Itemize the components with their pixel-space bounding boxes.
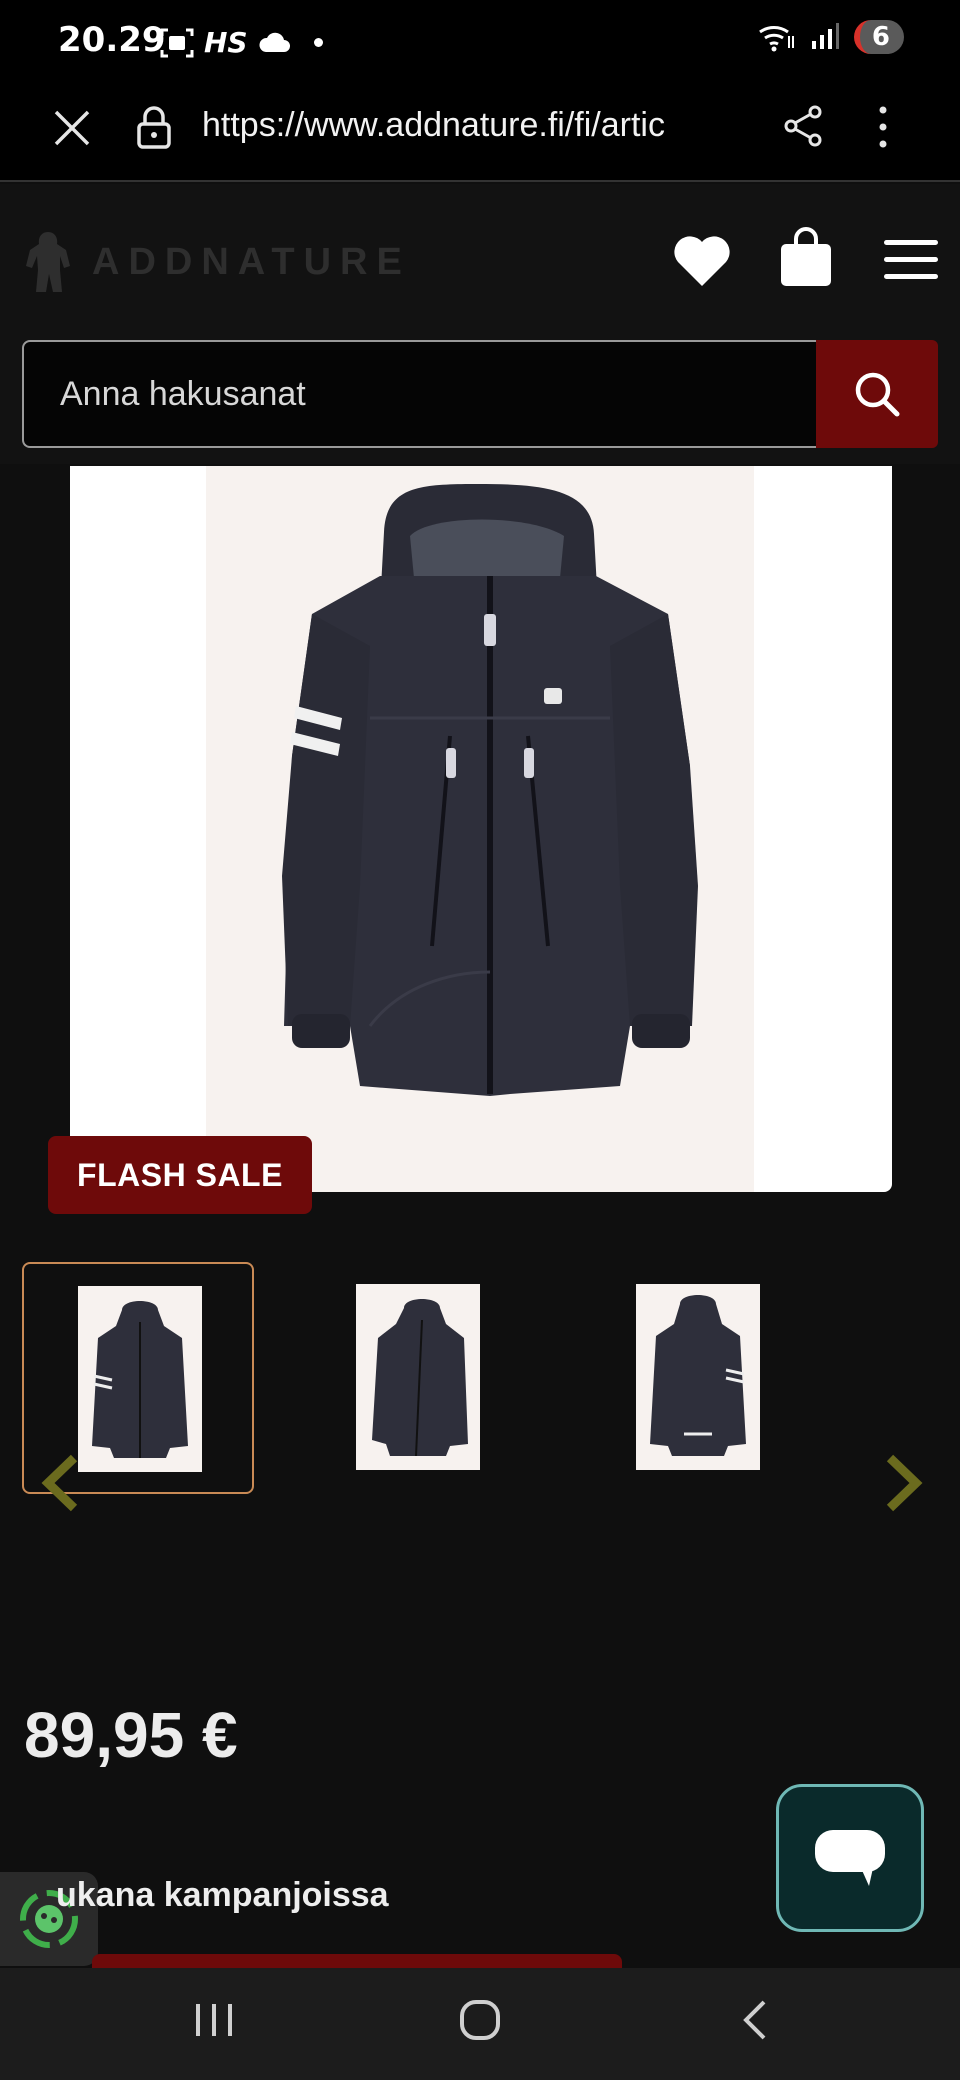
battery-indicator: 6 (853, 20, 904, 54)
cloud-icon (259, 32, 290, 52)
addnature-logo[interactable]: ADDNATURE (22, 230, 411, 294)
promo-text: ukana kampanjoissa (56, 1876, 389, 1914)
search-icon (855, 372, 900, 417)
close-icon[interactable] (52, 108, 92, 148)
hs-app-label: HS (204, 26, 248, 59)
wishlist-heart-icon[interactable] (672, 232, 732, 288)
product-price: 89,95 € (24, 1699, 238, 1771)
search-input[interactable] (22, 340, 816, 448)
notification-dot (313, 38, 323, 47)
jacket-thumb-side (372, 1299, 468, 1457)
product-main-image[interactable] (70, 466, 892, 1192)
search-bar (22, 340, 938, 448)
browser-toolbar: https://www.addnature.fi/fi/artic (0, 72, 960, 182)
share-icon[interactable] (782, 104, 824, 148)
hamburger-menu-icon[interactable] (884, 238, 938, 282)
thumbnail-back[interactable] (582, 1262, 814, 1494)
shopping-bag-icon[interactable] (778, 226, 834, 288)
screenshot-icon (160, 28, 194, 57)
thumbnail-carousel (0, 1260, 960, 1500)
status-system-icons: 6 (758, 20, 904, 54)
search-button[interactable] (816, 340, 938, 448)
status-bar: 20.29 HS 6 (0, 0, 960, 72)
thumbnail-image (636, 1284, 760, 1470)
lock-icon[interactable] (134, 104, 174, 150)
chevron-left-icon[interactable] (38, 1452, 82, 1514)
chat-button[interactable] (776, 1784, 924, 1932)
back-icon[interactable] (734, 1998, 778, 2042)
logo-figure-icon (26, 232, 70, 292)
logo-text: ADDNATURE (92, 240, 411, 283)
more-options-icon[interactable] (870, 102, 896, 152)
status-notification-icons: HS (160, 26, 323, 59)
jacket-image (282, 484, 698, 1096)
android-nav-bar (0, 1968, 960, 2080)
thumbnail-side[interactable] (302, 1262, 534, 1494)
thumbnail-image (356, 1284, 480, 1470)
home-icon[interactable] (458, 1998, 502, 2042)
flash-sale-badge: FLASH SALE (48, 1136, 312, 1214)
chat-bubble-icon (815, 1830, 885, 1886)
recent-apps-icon[interactable] (192, 1998, 236, 2042)
url-field[interactable]: https://www.addnature.fi/fi/artic (202, 106, 752, 145)
thumbnail-image (78, 1286, 202, 1472)
status-time: 20.29 (58, 20, 166, 60)
jacket-thumb-back (650, 1295, 746, 1456)
chevron-right-icon[interactable] (882, 1452, 926, 1514)
wifi-icon (759, 25, 794, 52)
signal-icon (811, 23, 839, 49)
site-header: ADDNATURE (0, 184, 960, 464)
jacket-thumb-front (92, 1301, 188, 1458)
